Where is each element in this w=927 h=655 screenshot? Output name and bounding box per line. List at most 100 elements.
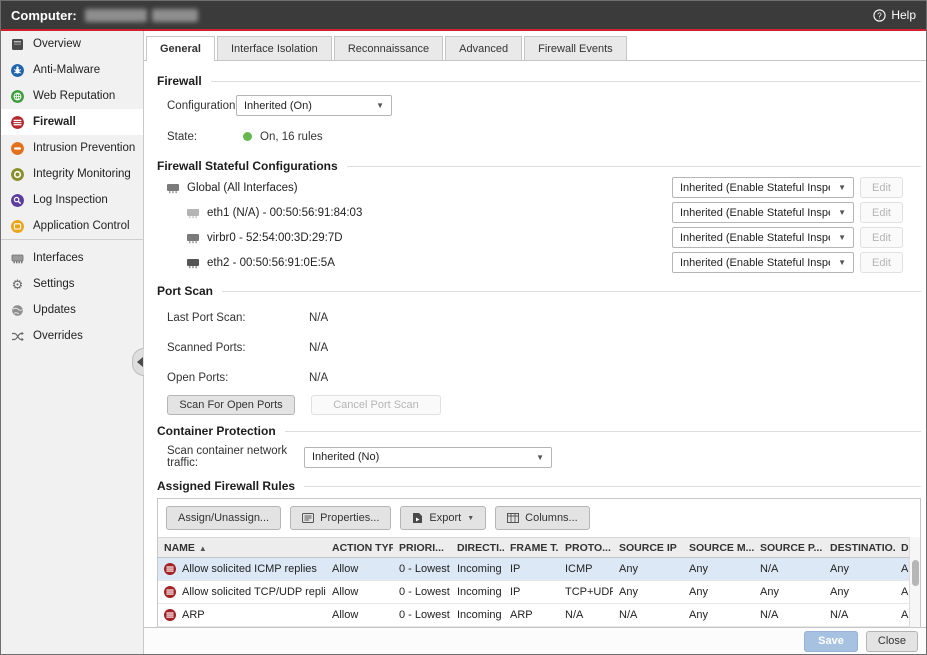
sidebar-item-label: Settings bbox=[33, 278, 75, 290]
stateful-dropdown-global[interactable]: Inherited (Enable Stateful Inspection) ▼ bbox=[672, 177, 854, 198]
assign-unassign-label: Assign/Unassign... bbox=[178, 512, 269, 524]
firewall-icon bbox=[11, 116, 24, 129]
container-traffic-dropdown[interactable]: Inherited (No) ▼ bbox=[304, 447, 552, 468]
sidebar-item-label: Updates bbox=[33, 304, 76, 316]
column-header-source-port[interactable]: SOURCE P... bbox=[754, 538, 824, 558]
scan-open-ports-button[interactable]: Scan For Open Ports bbox=[167, 395, 295, 415]
network-global-icon bbox=[166, 182, 180, 194]
container-traffic-value: Inherited (No) bbox=[312, 451, 379, 463]
sidebar-item-integrity-monitoring[interactable]: Integrity Monitoring bbox=[1, 161, 143, 187]
configuration-label: Configuration: bbox=[167, 100, 236, 112]
tab-reconnaissance[interactable]: Reconnaissance bbox=[334, 36, 443, 60]
rule-name: Allow solicited TCP/UDP replies bbox=[182, 586, 326, 598]
computer-name-redacted bbox=[85, 9, 198, 22]
assign-unassign-button[interactable]: Assign/Unassign... bbox=[166, 506, 281, 530]
stateful-value: Inherited (Enable Stateful Inspection) bbox=[680, 257, 830, 269]
chevron-down-icon: ▼ bbox=[838, 258, 846, 267]
sidebar-item-label: Anti-Malware bbox=[33, 64, 100, 76]
last-port-scan-value: N/A bbox=[309, 312, 328, 324]
container-protection-heading: Container Protection bbox=[157, 424, 921, 438]
tab-general[interactable]: General bbox=[146, 36, 215, 61]
last-port-scan-label: Last Port Scan: bbox=[167, 312, 309, 324]
table-row[interactable]: ARP Allow0 - LowestIncomingARPN/AN/AAnyN… bbox=[158, 604, 909, 627]
properties-button[interactable]: Properties... bbox=[290, 506, 391, 530]
stateful-dropdown-eth2[interactable]: Inherited (Enable Stateful Inspection) ▼ bbox=[672, 252, 854, 273]
sidebar-item-overview[interactable]: Overview bbox=[1, 31, 143, 57]
help-icon: ? bbox=[873, 9, 886, 22]
edit-button-eth2[interactable]: Edit bbox=[860, 252, 903, 273]
general-tab-panel: Firewall Configuration: Inherited (On) ▼… bbox=[144, 61, 926, 627]
update-globe-icon bbox=[11, 304, 24, 317]
column-header-direction[interactable]: DIRECTI... bbox=[451, 538, 504, 558]
sidebar-item-log-inspection[interactable]: Log Inspection bbox=[1, 187, 143, 213]
tab-firewall-events[interactable]: Firewall Events bbox=[524, 36, 627, 60]
table-vertical-scrollbar[interactable] bbox=[909, 537, 920, 627]
tab-bar: General Interface Isolation Reconnaissan… bbox=[144, 31, 926, 61]
sidebar-item-anti-malware[interactable]: Anti-Malware bbox=[1, 57, 143, 83]
section-title: Assigned Firewall Rules bbox=[157, 479, 295, 493]
svg-text:?: ? bbox=[878, 11, 883, 20]
sidebar-item-intrusion-prevention[interactable]: Intrusion Prevention bbox=[1, 135, 143, 161]
cancel-port-scan-button[interactable]: Cancel Port Scan bbox=[311, 395, 441, 415]
sidebar-item-overrides[interactable]: Overrides bbox=[1, 323, 143, 349]
sidebar-item-interfaces[interactable]: Interfaces bbox=[1, 245, 143, 271]
column-header-action-type[interactable]: ACTION TYP... bbox=[326, 538, 393, 558]
configuration-dropdown[interactable]: Inherited (On) ▼ bbox=[236, 95, 392, 116]
sidebar-item-firewall[interactable]: Firewall bbox=[1, 109, 143, 135]
firewall-rule-icon bbox=[164, 563, 176, 575]
chevron-down-icon: ▼ bbox=[838, 183, 846, 192]
stateful-dropdown-virbr0[interactable]: Inherited (Enable Stateful Inspection)▼ bbox=[672, 227, 854, 248]
section-title: Container Protection bbox=[157, 424, 276, 438]
save-button[interactable]: Save bbox=[804, 631, 858, 652]
sidebar-item-application-control[interactable]: Application Control bbox=[1, 213, 143, 239]
stateful-row-label: eth2 - 00:50:56:91:0E:5A bbox=[207, 257, 335, 269]
tab-interface-isolation[interactable]: Interface Isolation bbox=[217, 36, 332, 60]
column-header-source-mac[interactable]: SOURCE M... bbox=[683, 538, 754, 558]
open-ports-label: Open Ports: bbox=[167, 372, 309, 384]
container-traffic-label: Scan container network traffic: bbox=[167, 445, 304, 469]
sidebar-item-settings[interactable]: ⚙ Settings bbox=[1, 271, 143, 297]
column-header-name[interactable]: NAME▲ bbox=[158, 538, 326, 558]
state-value: On, 16 rules bbox=[260, 131, 323, 143]
rule-name: ARP bbox=[182, 609, 205, 621]
properties-label: Properties... bbox=[320, 512, 379, 524]
table-row[interactable]: Allow solicited TCP/UDP replies Allow0 -… bbox=[158, 581, 909, 604]
sidebar-item-label: Application Control bbox=[33, 220, 130, 232]
sidebar-item-label: Firewall bbox=[33, 116, 76, 128]
edit-button-virbr0[interactable]: Edit bbox=[860, 227, 903, 248]
table-row[interactable]: DHCP Server Force Allow0 - NormalIncomin… bbox=[158, 627, 909, 628]
table-row[interactable]: Allow solicited ICMP replies Allow0 - Lo… bbox=[158, 558, 909, 581]
ring-icon bbox=[11, 168, 24, 181]
sidebar-item-label: Overrides bbox=[33, 330, 83, 342]
state-on-indicator bbox=[243, 132, 252, 141]
columns-button[interactable]: Columns... bbox=[495, 506, 590, 530]
column-header-source-ip[interactable]: SOURCE IP bbox=[613, 538, 683, 558]
column-header-frame-type[interactable]: FRAME T... bbox=[504, 538, 559, 558]
close-button[interactable]: Close bbox=[866, 631, 918, 652]
column-header-protocol[interactable]: PROTO... bbox=[559, 538, 613, 558]
stateful-dropdown-eth1[interactable]: Inherited (Enable Stateful Inspection)▼ bbox=[672, 202, 854, 223]
app-window-icon bbox=[11, 220, 24, 233]
stateful-value: Inherited (Enable Stateful Inspection) bbox=[680, 182, 830, 194]
sidebar-item-label: Log Inspection bbox=[33, 194, 108, 206]
sidebar-item-web-reputation[interactable]: Web Reputation bbox=[1, 83, 143, 109]
edit-button-eth1[interactable]: Edit bbox=[860, 202, 903, 223]
edit-button-global[interactable]: Edit bbox=[860, 177, 903, 198]
tab-advanced[interactable]: Advanced bbox=[445, 36, 522, 60]
stateful-row-label: eth1 (N/A) - 00:50:56:91:84:03 bbox=[207, 207, 362, 219]
help-link[interactable]: ? Help bbox=[873, 8, 916, 22]
scrollbar-thumb[interactable] bbox=[912, 560, 919, 586]
column-header-priority[interactable]: PRIORI... bbox=[393, 538, 451, 558]
gear-icon: ⚙ bbox=[11, 278, 24, 291]
column-header-de[interactable]: DE bbox=[895, 538, 909, 558]
chevron-down-icon: ▼ bbox=[536, 453, 544, 462]
firewall-rule-icon bbox=[164, 586, 176, 598]
stateful-value: Inherited (Enable Stateful Inspection) bbox=[680, 232, 830, 244]
export-button[interactable]: Export ▼ bbox=[400, 506, 486, 530]
network-interface-icon bbox=[186, 257, 200, 269]
column-header-destination[interactable]: DESTINATIO... bbox=[824, 538, 895, 558]
columns-label: Columns... bbox=[525, 512, 578, 524]
sidebar-item-updates[interactable]: Updates bbox=[1, 297, 143, 323]
sidebar-collapse-handle[interactable] bbox=[132, 348, 144, 376]
state-label: State: bbox=[167, 131, 236, 143]
